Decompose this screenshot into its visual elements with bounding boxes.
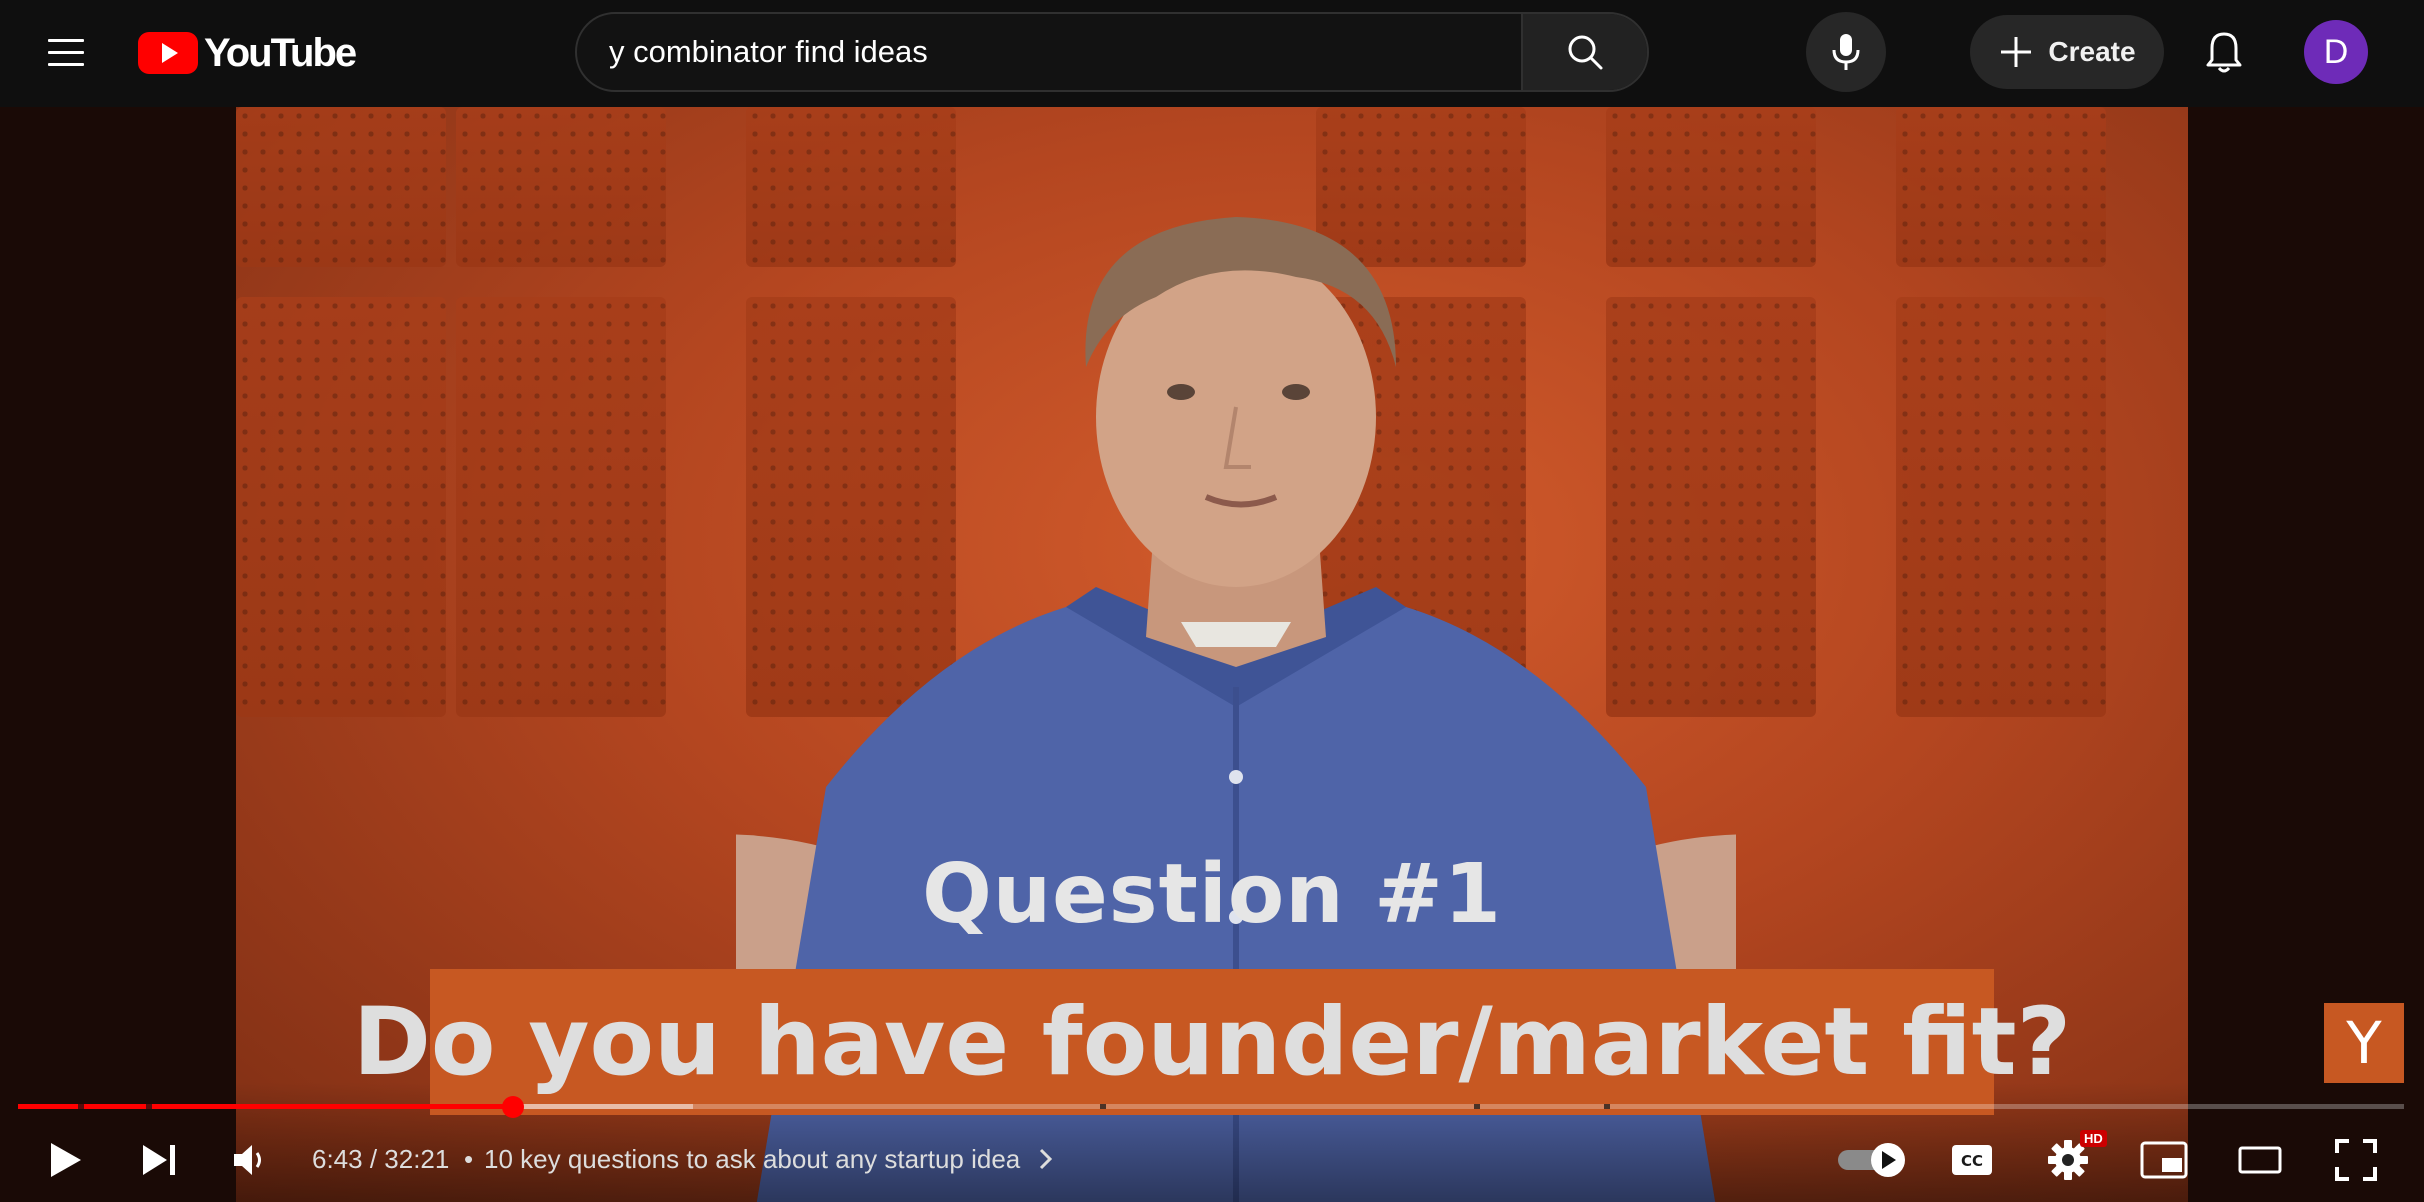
plus-icon bbox=[2001, 37, 2032, 67]
menu-icon[interactable] bbox=[36, 28, 96, 76]
search-bar bbox=[575, 12, 1649, 92]
youtube-play-logo-icon bbox=[138, 32, 198, 74]
time-display: 6:43 / 32:21 bbox=[312, 1144, 450, 1174]
chapter-marker bbox=[78, 1104, 84, 1109]
miniplayer-icon bbox=[2140, 1141, 2188, 1179]
closed-captions-icon: CC bbox=[1952, 1145, 1992, 1175]
play-button[interactable] bbox=[36, 1118, 96, 1202]
chapter-title: 10 key questions to ask about any startu… bbox=[484, 1144, 1021, 1174]
autoplay-toggle[interactable] bbox=[1832, 1118, 1912, 1202]
notifications-button[interactable] bbox=[2192, 20, 2256, 84]
voice-search-button[interactable] bbox=[1806, 12, 1886, 92]
svg-text:CC: CC bbox=[1961, 1152, 1983, 1170]
masthead: YouTube Create D bbox=[0, 0, 2424, 107]
search-input[interactable] bbox=[577, 14, 1521, 90]
bell-icon bbox=[2206, 32, 2242, 73]
search-button[interactable] bbox=[1521, 14, 1647, 90]
overlay-question-banner: Do you have founder/market fit? bbox=[353, 969, 2071, 1115]
play-icon bbox=[51, 1143, 81, 1177]
chevron-right-icon bbox=[1040, 1148, 1053, 1170]
chapter-title-button[interactable]: 10 key questions to ask about any startu… bbox=[484, 1144, 1055, 1175]
scrubber-handle[interactable] bbox=[502, 1096, 525, 1118]
chapter-marker bbox=[1604, 1104, 1610, 1109]
volume-icon bbox=[234, 1145, 261, 1175]
theater-mode-button[interactable] bbox=[2228, 1118, 2292, 1202]
chapter-marker bbox=[146, 1104, 152, 1109]
progress-played bbox=[18, 1104, 514, 1109]
player-controls: 6:43 / 32:21 • 10 key questions to ask a… bbox=[0, 1118, 2424, 1202]
microphone-icon bbox=[1832, 34, 1860, 70]
skip-next-icon bbox=[143, 1145, 175, 1175]
avatar[interactable]: D bbox=[2304, 20, 2368, 84]
overlay-question-text: Do you have founder/market fit? bbox=[352, 987, 2072, 1097]
logo-text: YouTube bbox=[204, 30, 357, 75]
chapter-separator: • bbox=[464, 1144, 474, 1174]
mute-button[interactable] bbox=[222, 1118, 282, 1202]
subtitles-button[interactable]: CC bbox=[1940, 1118, 2004, 1202]
theater-mode-icon bbox=[2238, 1146, 2282, 1174]
channel-watermark[interactable]: Y bbox=[2324, 1003, 2404, 1083]
chapter-marker bbox=[1474, 1104, 1480, 1109]
chapter-marker bbox=[1100, 1104, 1106, 1109]
search-icon bbox=[1568, 35, 1603, 70]
next-button[interactable] bbox=[130, 1118, 190, 1202]
video-player[interactable]: Question #1 Do you have founder/market f… bbox=[0, 107, 2424, 1202]
autoplay-toggle-icon bbox=[1838, 1143, 1905, 1177]
create-label: Create bbox=[2048, 36, 2136, 67]
progress-bar[interactable] bbox=[18, 1096, 2404, 1118]
youtube-logo[interactable]: YouTube bbox=[138, 30, 357, 76]
miniplayer-button[interactable] bbox=[2132, 1118, 2196, 1202]
hd-badge: HD bbox=[2080, 1130, 2107, 1147]
create-button[interactable]: Create bbox=[1970, 15, 2164, 89]
fullscreen-button[interactable] bbox=[2324, 1118, 2388, 1202]
overlay-question-title: Question #1 bbox=[922, 847, 1502, 942]
fullscreen-icon bbox=[2335, 1139, 2377, 1181]
